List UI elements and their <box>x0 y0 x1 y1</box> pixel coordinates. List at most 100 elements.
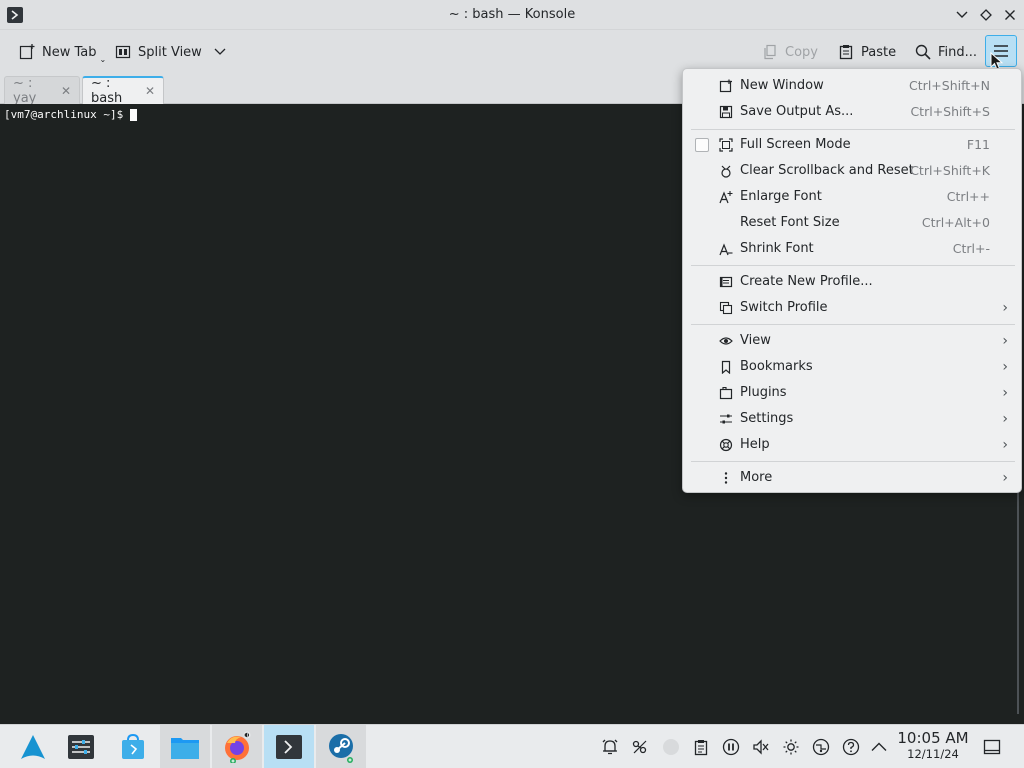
menu-item-save-output[interactable]: Save Output As... Ctrl+Shift+S <box>684 99 1020 125</box>
arch-logo-icon <box>21 735 45 759</box>
menu-item-shrink-font[interactable]: Shrink Font Ctrl+- <box>684 236 1020 262</box>
close-icon <box>1005 10 1015 20</box>
copy-icon <box>764 44 776 60</box>
chevron-right-icon: › <box>1002 411 1008 427</box>
digital-clock[interactable]: 10:05 AM 12/11/24 <box>896 729 970 761</box>
clipboard-icon <box>694 740 708 756</box>
brightness-icon <box>783 739 799 755</box>
new-tab-button[interactable]: New Tab ⌄ <box>14 38 110 66</box>
full-screen-checkbox[interactable] <box>695 138 709 152</box>
find-button[interactable]: Find... <box>910 38 981 66</box>
title-bar: ~ : bash — Konsole <box>0 0 1024 30</box>
taskbar-firefox[interactable] <box>212 725 262 768</box>
taskbar-discover[interactable] <box>108 725 158 768</box>
discover-store-icon <box>122 733 144 759</box>
taskbar-steam[interactable] <box>316 725 366 768</box>
menu-item-view[interactable]: View › <box>684 328 1020 354</box>
connect-icon <box>632 740 647 754</box>
chevron-right-icon: › <box>1002 300 1008 316</box>
menu-item-full-screen[interactable]: Full Screen Mode F11 <box>684 132 1020 158</box>
menu-item-create-new-profile[interactable]: Create New Profile... <box>684 269 1020 295</box>
fullscreen-icon <box>718 137 734 153</box>
bookmark-icon <box>718 359 734 375</box>
menu-item-switch-profile[interactable]: Switch Profile › <box>684 295 1020 321</box>
clipboard-tray-icon[interactable] <box>691 737 711 757</box>
find-label: Find... <box>938 44 978 60</box>
search-icon <box>915 44 931 60</box>
window-title: ~ : bash — Konsole <box>448 7 576 22</box>
chevron-right-icon: › <box>1002 470 1008 486</box>
tab-label: ~ : bash <box>91 76 123 106</box>
menu-item-bookmarks[interactable]: Bookmarks › <box>684 354 1020 380</box>
application-launcher-button[interactable] <box>8 725 58 768</box>
split-view-label: Split View <box>138 44 202 60</box>
brightness-tray-icon[interactable] <box>781 737 801 757</box>
diamond-icon <box>980 9 992 21</box>
hamburger-menu: New Window Ctrl+Shift+N Save Output As..… <box>682 68 1022 493</box>
close-window-button[interactable] <box>1001 6 1019 24</box>
status-dot-tray-icon[interactable] <box>661 737 681 757</box>
system-settings-icon <box>68 735 94 759</box>
folder-icon <box>171 738 199 759</box>
chevron-down-icon <box>214 48 226 55</box>
split-view-button[interactable]: Split View <box>110 38 230 66</box>
clock-time: 10:05 AM <box>897 729 969 747</box>
taskbar: 10:05 AM 12/11/24 <box>0 724 1024 768</box>
menu-item-enlarge-font[interactable]: Enlarge Font Ctrl++ <box>684 184 1020 210</box>
paste-icon <box>839 45 853 60</box>
menu-item-clear-scrollback[interactable]: Clear Scrollback and Reset Ctrl+Shift+K <box>684 158 1020 184</box>
eye-icon <box>718 333 734 349</box>
firefox-icon <box>225 731 251 763</box>
menu-item-help[interactable]: Help › <box>684 432 1020 458</box>
chevron-right-icon: › <box>1002 359 1008 375</box>
menu-item-plugins[interactable]: Plugins › <box>684 380 1020 406</box>
switch-profile-icon <box>718 300 734 316</box>
new-window-icon <box>718 78 734 94</box>
terminal-prompt: [vm7@archlinux ~]$ <box>4 108 138 121</box>
tab-label: ~ : yay <box>13 75 37 106</box>
new-tab-label: New Tab <box>42 44 97 60</box>
volume-tray-icon[interactable] <box>751 737 771 757</box>
taskbar-system-settings[interactable] <box>56 725 106 768</box>
help-circle-icon <box>842 738 860 756</box>
maximize-button[interactable] <box>977 6 995 24</box>
close-tab-icon[interactable]: ✕ <box>145 84 155 98</box>
plugin-icon <box>718 385 734 401</box>
close-tab-icon[interactable]: ✕ <box>61 84 71 98</box>
clear-icon <box>718 163 734 179</box>
circle-icon <box>663 739 679 755</box>
menu-item-settings[interactable]: Settings › <box>684 406 1020 432</box>
notifications-tray-icon[interactable] <box>600 737 620 757</box>
chevron-right-icon: › <box>1002 385 1008 401</box>
menu-item-new-window[interactable]: New Window Ctrl+Shift+N <box>684 73 1020 99</box>
font-enlarge-icon <box>718 189 734 205</box>
alarm-bell-icon <box>602 739 618 755</box>
network-tray-icon[interactable] <box>811 737 831 757</box>
tray-expand-button[interactable] <box>869 737 889 757</box>
dropdown-indicator-icon: ⌄ <box>99 54 107 64</box>
copy-button[interactable]: Copy <box>757 38 822 66</box>
terminal-cursor <box>130 108 138 121</box>
profile-new-icon <box>718 274 734 290</box>
minimize-button[interactable] <box>953 6 971 24</box>
prompt-text: [vm7@archlinux ~]$ <box>4 108 124 121</box>
new-tab-icon <box>19 44 35 60</box>
pause-icon <box>722 738 740 756</box>
taskbar-dolphin[interactable] <box>160 725 210 768</box>
menu-item-reset-font-size[interactable]: Reset Font Size Ctrl+Alt+0 <box>684 210 1020 236</box>
tab-yay[interactable]: ~ : yay ✕ <box>4 75 80 106</box>
show-desktop-button[interactable] <box>982 737 1002 757</box>
update-tray-icon[interactable] <box>841 737 861 757</box>
paste-label: Paste <box>861 44 897 60</box>
menu-item-more[interactable]: More › <box>684 465 1020 491</box>
tab-bash[interactable]: ~ : bash ✕ <box>82 76 164 106</box>
taskbar-konsole[interactable] <box>264 725 314 768</box>
more-icon <box>718 470 734 486</box>
clock-date: 12/11/24 <box>907 747 959 761</box>
kde-connect-tray-icon[interactable] <box>630 737 650 757</box>
settings-icon <box>718 411 734 427</box>
paste-button[interactable]: Paste <box>833 38 900 66</box>
volume-muted-icon <box>753 739 769 755</box>
media-player-tray-icon[interactable] <box>721 737 741 757</box>
help-icon <box>718 437 734 453</box>
